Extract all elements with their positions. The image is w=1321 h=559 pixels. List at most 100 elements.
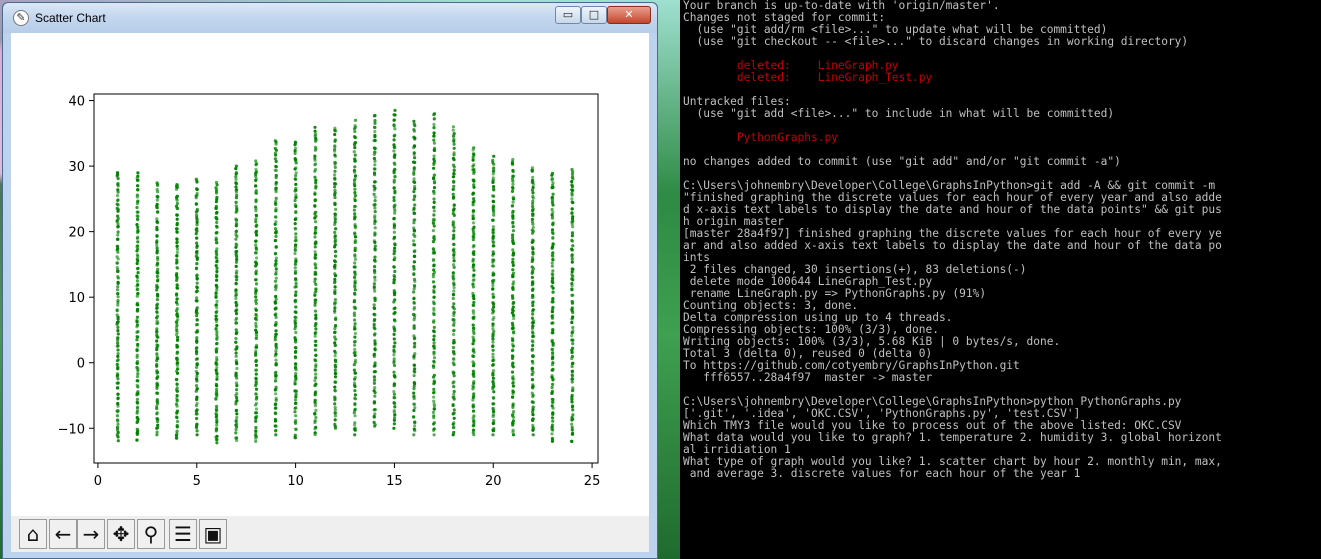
pan-icon[interactable]: ✥: [107, 519, 135, 549]
save-icon[interactable]: ▣: [199, 519, 227, 549]
scatter-point: [372, 156, 376, 161]
scatter-point: [452, 184, 456, 188]
scatter-point: [235, 415, 239, 419]
back-arrow-icon[interactable]: ←: [49, 519, 77, 549]
scatter-point: [175, 424, 179, 428]
scatter-point: [491, 264, 495, 268]
scatter-point: [294, 238, 298, 242]
scatter-point: [314, 178, 318, 182]
scatter-point: [135, 338, 139, 342]
scatter-point: [274, 332, 278, 336]
y-tick-label: −10: [58, 422, 85, 437]
scatter-point: [373, 394, 377, 398]
scatter-point: [155, 398, 159, 402]
scatter-point: [116, 341, 120, 345]
scatter-point: [274, 140, 278, 144]
scatter-point: [452, 286, 456, 290]
scatter-point: [413, 254, 417, 258]
scatter-point: [135, 330, 139, 334]
scatter-point: [452, 310, 456, 314]
scatter-point: [195, 371, 199, 375]
scatter-point: [195, 401, 199, 405]
scatter-point: [471, 403, 475, 407]
scatter-point: [570, 370, 574, 374]
scatter-point: [313, 339, 317, 343]
scatter-point: [491, 169, 496, 173]
scatter-point: [293, 315, 297, 319]
scatter-point: [432, 126, 436, 130]
scatter-point: [115, 308, 119, 312]
figure-canvas[interactable]: 0 5 10 15 20 25 −10 0 10 20 30 40 ⌂ ← → ✥ ⚲ ☰ ▣: [11, 33, 649, 552]
scatter-point: [530, 348, 534, 352]
scatter-point: [432, 350, 436, 354]
scatter-point: [314, 382, 318, 386]
scatter-point: [234, 164, 238, 168]
scatter-point: [373, 289, 377, 293]
scatter-point: [393, 402, 397, 406]
scatter-point: [314, 322, 318, 326]
close-button[interactable]: ✕: [607, 6, 651, 24]
minimize-button[interactable]: ▭: [555, 6, 581, 24]
scatter-point: [412, 265, 416, 269]
scatter-point: [115, 362, 119, 367]
command-prompt-window[interactable]: Your branch is up-to-date with 'origin/m…: [680, 0, 1321, 559]
scatter-point: [372, 303, 376, 307]
scatter-point: [195, 362, 199, 366]
zoom-icon[interactable]: ⚲: [137, 519, 165, 549]
scatter-point: [215, 266, 219, 270]
scatter-point: [235, 412, 239, 416]
scatter-point: [175, 409, 180, 413]
scatter-point: [353, 204, 357, 208]
scatter-point: [393, 306, 397, 310]
scatter-point: [432, 338, 436, 342]
scatter-point: [511, 271, 516, 275]
scatter-point: [432, 131, 436, 135]
scatter-point: [254, 376, 258, 380]
scatter-point: [294, 372, 298, 376]
maximize-button[interactable]: □: [581, 6, 607, 24]
scatter-point: [392, 357, 396, 361]
scatter-point: [136, 390, 140, 394]
home-icon[interactable]: ⌂: [19, 519, 47, 549]
scatter-point: [136, 210, 140, 214]
forward-arrow-icon[interactable]: →: [77, 519, 105, 549]
scatter-point: [155, 314, 160, 318]
scatter-point: [432, 263, 436, 267]
scatter-point: [116, 336, 120, 340]
scatter-point: [353, 129, 357, 134]
scatter-point: [471, 230, 475, 234]
scatter-point: [274, 259, 278, 263]
scatter-point: [214, 180, 219, 185]
scatter-point: [432, 402, 436, 406]
window-titlebar[interactable]: ✎ Scatter Chart ▭ □ ✕: [3, 3, 657, 33]
scatter-point: [432, 200, 436, 204]
scatter-point: [491, 250, 495, 254]
scatter-point: [136, 199, 140, 203]
scatter-point: [195, 285, 199, 289]
scatter-point: [254, 387, 259, 391]
scatter-point: [214, 204, 218, 208]
scatter-point: [392, 416, 397, 420]
scatter-point: [373, 214, 377, 218]
scatter-point: [353, 325, 357, 329]
scatter-point: [353, 215, 357, 219]
scatter-point: [373, 347, 377, 351]
scatter-point: [314, 316, 318, 320]
scatter-point: [294, 298, 298, 302]
scatter-point: [413, 406, 417, 410]
scatter-point: [570, 191, 574, 195]
scatter-point: [195, 262, 199, 266]
scatter-point: [413, 124, 417, 128]
scatter-point: [115, 255, 119, 259]
scatter-point: [511, 260, 515, 264]
scatter-point: [274, 196, 278, 200]
scatter-point: [452, 389, 456, 394]
scatter-point: [491, 158, 495, 162]
scatter-point: [214, 264, 218, 268]
configure-subplots-icon[interactable]: ☰: [169, 519, 197, 549]
scatter-point: [353, 318, 357, 322]
scatter-point: [373, 352, 377, 356]
x-tick-label: 10: [287, 474, 304, 489]
scatter-point: [550, 437, 555, 441]
scatter-point: [373, 255, 377, 259]
